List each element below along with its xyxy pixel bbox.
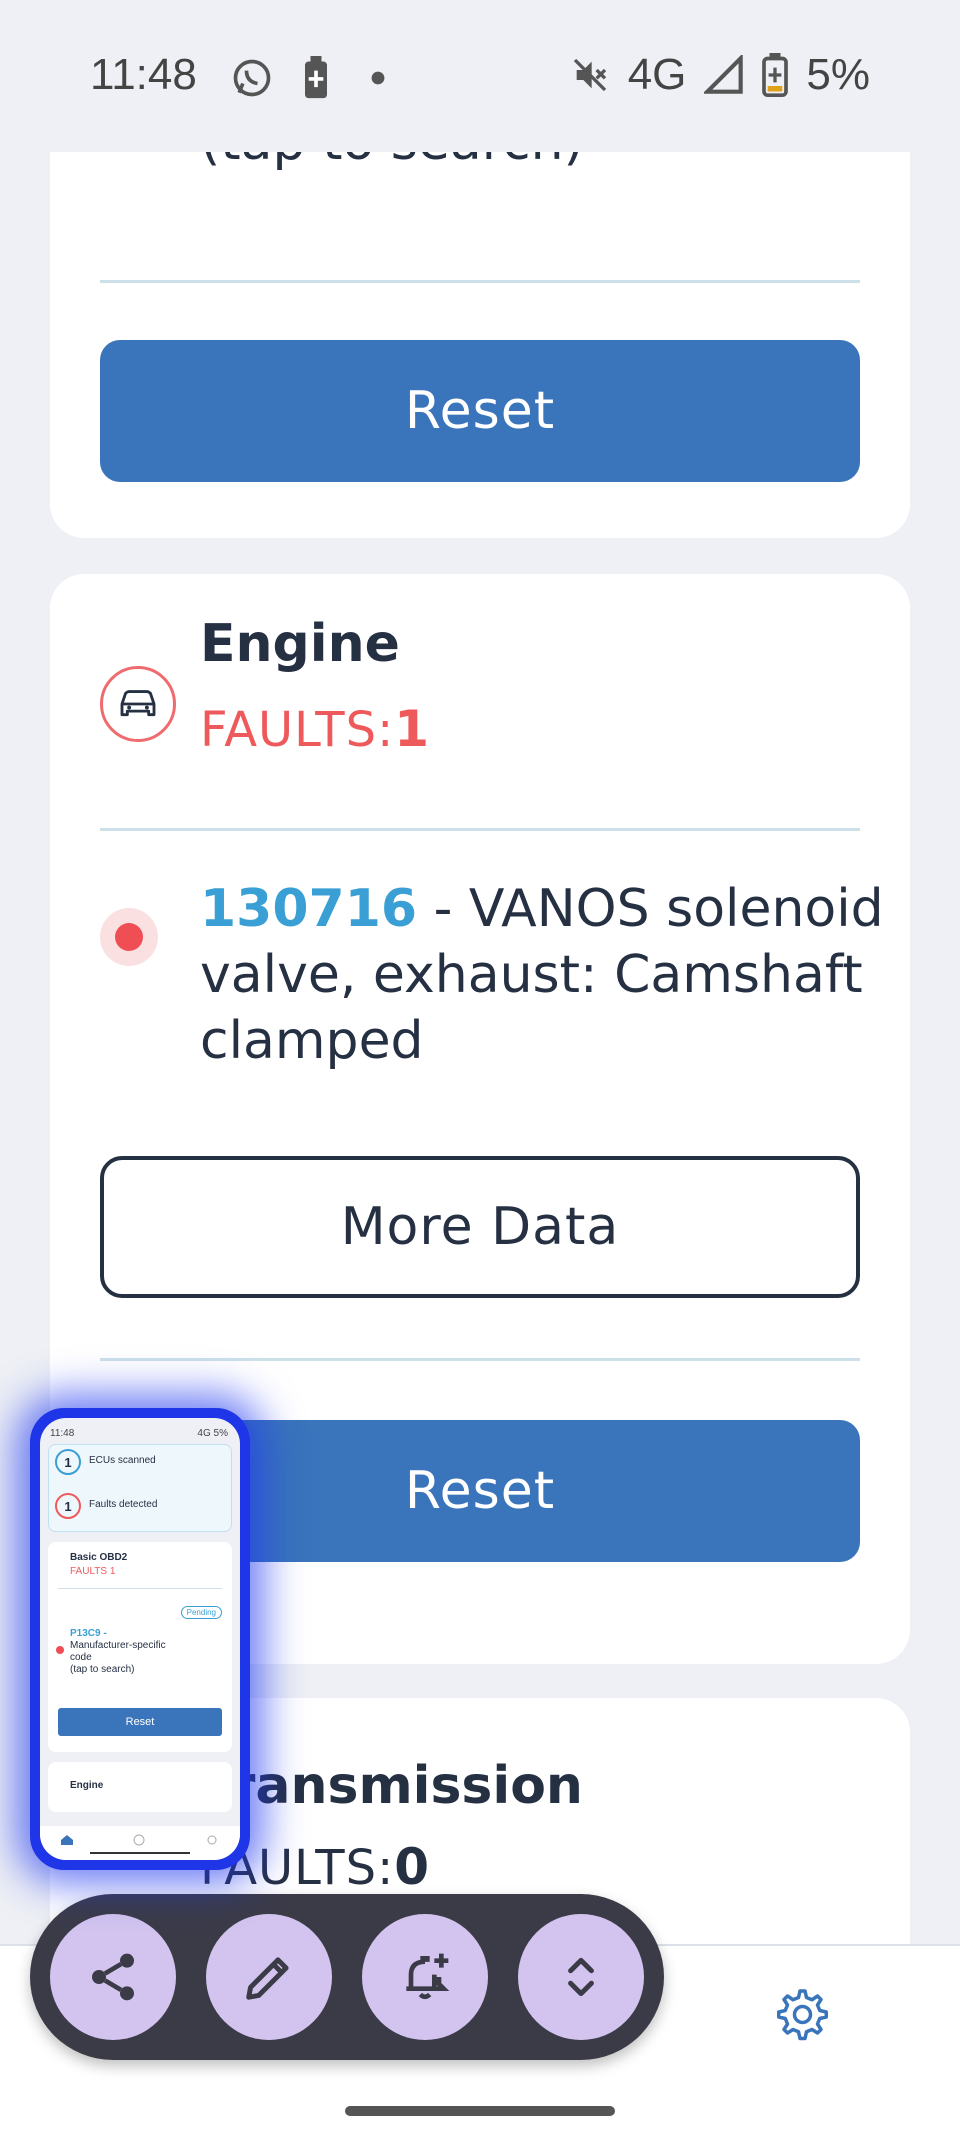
edit-button[interactable] [206,1914,332,2040]
status-bar: 11:48 4G 5% [0,0,960,152]
whatsapp-icon [233,59,271,97]
thumb-status-right: 4G 5% [197,1428,228,1439]
thumb-fault-dot [56,1646,64,1654]
search-card: (tap to search) Reset [50,152,910,538]
floating-toolbar [30,1894,664,2060]
thumb-faults-label: Faults detected [89,1499,158,1510]
divider [100,828,860,831]
chevron-up-down-icon [568,1957,594,1997]
thumb-system-title: Basic OBD2 [70,1552,128,1563]
home-indicator[interactable] [345,2106,615,2116]
notification-dot-icon [371,71,385,85]
faults-count: FAULTS:1 [200,700,430,758]
mute-icon [573,58,606,92]
status-time: 11:48 [90,50,197,99]
status-right: 4G 5% [570,50,870,100]
thumb-system-faults: FAULTS 1 [70,1566,116,1577]
thumb-reset-button: Reset [58,1708,222,1736]
system-title: Transmission [200,1756,583,1816]
battery-percent: 5% [806,50,870,99]
reset-button[interactable]: Reset [100,340,860,482]
share-button[interactable] [50,1914,176,2040]
thumb-obd-card: Basic OBD2 FAULTS 1 Pending P13C9 - Manu… [48,1542,232,1752]
thumbnail-preview: 11:48 4G 5% 1 ECUs scanned 1 Faults dete… [40,1418,240,1860]
signal-icon [704,55,744,94]
thumb-ecus-count: 1 [55,1449,81,1475]
thumb-time: 11:48 [50,1428,75,1439]
faults-number: 0 [394,1838,431,1896]
search-hint[interactable]: (tap to search) [200,152,584,172]
battery-saver-icon [305,56,327,99]
thumb-fault-text: P13C9 - Manufacturer-specific code (tap … [70,1628,166,1675]
settings-gear-icon[interactable] [770,1986,830,2046]
thumb-faults-count: 1 [55,1493,81,1519]
system-title: Engine [200,614,400,674]
bell-plus-icon [406,1953,450,2000]
car-icon [120,690,156,717]
divider [100,280,860,283]
fault-code[interactable]: 130716 [200,879,417,939]
battery-icon [762,53,789,97]
screenshot-thumbnail[interactable]: 11:48 4G 5% 1 ECUs scanned 1 Faults dete… [30,1408,250,1870]
car-icon-badge [100,666,176,742]
faults-number: 1 [394,700,431,758]
fault-item[interactable]: 130716 - VANOS solenoid valve, exhaust: … [200,876,890,1074]
thumb-summary-card: 1 ECUs scanned 1 Faults detected [48,1444,232,1532]
network-type: 4G [627,50,687,99]
thumb-gear-icon [207,1835,217,1845]
thumb-pending-badge: Pending [180,1606,222,1619]
thumb-bottom-nav [40,1826,240,1860]
more-data-button[interactable]: More Data [100,1156,860,1298]
share-icon [92,1953,134,2001]
pencil-icon [246,1957,289,2000]
thumb-engine-card: Engine [48,1762,232,1812]
fault-indicator [100,908,158,966]
thumb-home-icon [61,1835,73,1845]
divider [100,1358,860,1361]
thumb-engine-label: Engine [70,1780,104,1791]
faults-label: FAULTS: [200,702,395,758]
add-alert-button[interactable] [362,1914,488,2040]
thumb-car-icon [133,1834,145,1846]
expand-button[interactable] [518,1914,644,2040]
thumb-ecus-label: ECUs scanned [89,1455,156,1466]
